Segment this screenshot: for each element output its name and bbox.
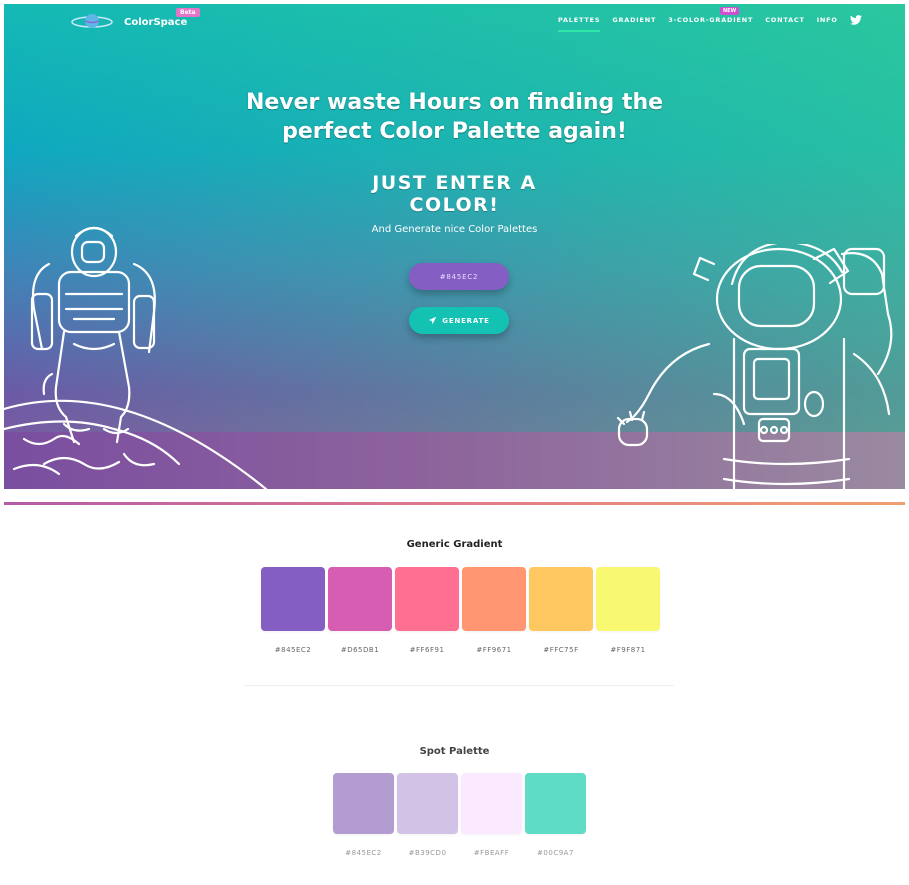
- hero-tagline: And Generate nice Color Palettes: [371, 224, 538, 235]
- swatch[interactable]: [529, 567, 593, 631]
- nav-3-color-gradient[interactable]: 3-COLOR-GRADIENT: [668, 16, 753, 32]
- hex-label: #FBEAFF: [473, 849, 510, 857]
- swatch[interactable]: [596, 567, 660, 631]
- spot-palette-labels: #845EC2 #B39CD0 #FBEAFF #00C9A7: [333, 849, 586, 857]
- spot-palette-title: Spot Palette: [419, 746, 490, 757]
- subheadline-line-1: JUST ENTER A: [372, 172, 537, 194]
- nav-info[interactable]: INFO: [817, 16, 838, 32]
- nav-contact[interactable]: CONTACT: [765, 16, 805, 32]
- swatch[interactable]: [397, 773, 458, 834]
- subheadline-line-2: COLOR!: [409, 194, 500, 216]
- hex-label: #FF6F91: [409, 646, 445, 654]
- hero-divider-strip: [4, 502, 905, 505]
- brand-link[interactable]: ColorSpace: [70, 12, 187, 32]
- spot-palette-swatches: [333, 773, 586, 834]
- generate-button-label: GENERATE: [442, 316, 490, 325]
- generic-gradient-labels: #845EC2 #D65DB1 #FF6F91 #FF9671 #FFC75F …: [261, 646, 660, 654]
- rocket-icon: [429, 316, 437, 325]
- hex-label: #FFC75F: [543, 646, 579, 654]
- generic-gradient-swatches: [261, 567, 660, 631]
- swatch[interactable]: [395, 567, 459, 631]
- nav-palettes[interactable]: PALETTES: [558, 16, 601, 32]
- hero-subheadline: JUST ENTER A COLOR!: [0, 172, 909, 216]
- main-nav: PALETTES GRADIENT 3-COLOR-GRADIENT CONTA…: [558, 15, 862, 32]
- swatch[interactable]: [261, 567, 325, 631]
- color-input[interactable]: #845EC2: [409, 263, 509, 290]
- swatch[interactable]: [462, 567, 526, 631]
- headline-line-2: perfect Color Palette again!: [282, 119, 627, 144]
- planet-logo-icon: [71, 14, 113, 28]
- hex-label: #D65DB1: [340, 646, 380, 654]
- headline-line-1: Never waste Hours on finding the: [245, 90, 664, 115]
- swatch[interactable]: [461, 773, 522, 834]
- hex-label: #F9F871: [610, 646, 646, 654]
- hero-section: [4, 4, 905, 489]
- beta-badge: Beta: [176, 8, 200, 17]
- hero-headline: Never waste Hours on finding the perfect…: [0, 88, 909, 146]
- swatch[interactable]: [328, 567, 392, 631]
- hex-label: #845EC2: [274, 646, 312, 654]
- nav-gradient[interactable]: GRADIENT: [612, 16, 656, 32]
- twitter-icon[interactable]: [849, 15, 862, 25]
- astronaut-left-illustration: [4, 226, 268, 489]
- hex-label: #845EC2: [345, 849, 382, 857]
- brand-name: ColorSpace: [124, 16, 188, 28]
- swatch[interactable]: [333, 773, 394, 834]
- generate-button[interactable]: GENERATE: [409, 307, 509, 334]
- new-badge: NEW: [720, 7, 740, 15]
- hex-label: #B39CD0: [408, 849, 447, 857]
- astronaut-right-illustration: [616, 244, 893, 489]
- swatch[interactable]: [525, 773, 586, 834]
- generic-gradient-title: Generic Gradient: [406, 539, 503, 550]
- hex-label: #FF9671: [476, 646, 512, 654]
- hex-label: #00C9A7: [537, 849, 574, 857]
